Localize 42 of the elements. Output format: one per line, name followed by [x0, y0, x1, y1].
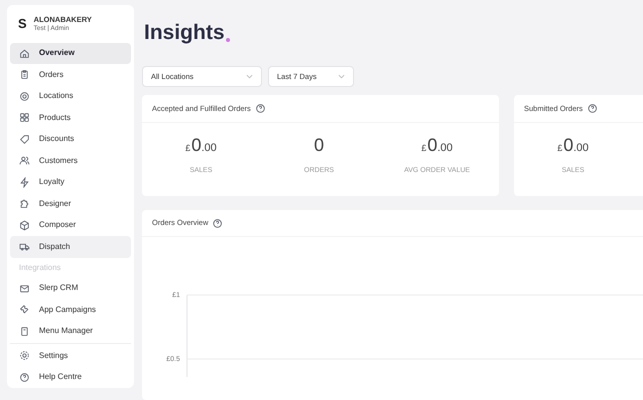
nav-item[interactable]: App Campaigns: [10, 299, 131, 321]
stat-value: £0.00: [185, 134, 217, 157]
help-icon: [19, 372, 30, 383]
nav-item[interactable]: Designer: [10, 193, 131, 215]
nav-item[interactable]: Help Centre: [10, 366, 131, 388]
tag-icon: [19, 134, 30, 145]
stat-value: 0: [314, 134, 324, 157]
lightning-icon: [19, 176, 30, 188]
users-icon: [19, 155, 30, 166]
nav-item[interactable]: Products: [10, 107, 131, 129]
nav-item[interactable]: Orders: [10, 64, 131, 86]
logo: S: [18, 15, 27, 34]
nav-item[interactable]: Settings: [10, 345, 131, 367]
nav-item[interactable]: Loyalty: [10, 172, 131, 194]
nav-item[interactable]: Dispatch: [10, 236, 131, 258]
chevron-down-icon: [246, 74, 253, 79]
mail-icon: [19, 282, 30, 294]
help-icon: [212, 218, 224, 228]
grid-icon: [19, 112, 30, 124]
nav-item[interactable]: Menu Manager: [10, 320, 131, 342]
truck-icon: [19, 241, 30, 252]
ticket-icon: [19, 304, 30, 316]
stat-value: £0.00: [557, 134, 589, 157]
help-icon: [586, 103, 598, 114]
stat-value: £0.00: [421, 134, 453, 157]
nav-item[interactable]: Discounts: [10, 128, 131, 150]
help-icon: [254, 103, 266, 114]
nav-item[interactable]: Overview: [10, 42, 131, 64]
nav-item[interactable]: Composer: [10, 214, 131, 236]
nav-item[interactable]: Locations: [10, 86, 131, 108]
home-icon: [19, 48, 30, 59]
page-title: Insights: [144, 20, 225, 46]
document-icon: [19, 326, 30, 337]
nav-item[interactable]: Customers: [10, 150, 131, 172]
nav-item[interactable]: Slerp CRM: [10, 278, 131, 300]
box-icon: [19, 220, 30, 231]
settings-icon: [19, 350, 30, 362]
target-icon: [19, 90, 30, 102]
clipboard-icon: [19, 69, 30, 80]
section-heading: Integrations: [18, 262, 62, 274]
chevron-down-icon: [338, 74, 345, 79]
puzzle-icon: [19, 198, 30, 210]
